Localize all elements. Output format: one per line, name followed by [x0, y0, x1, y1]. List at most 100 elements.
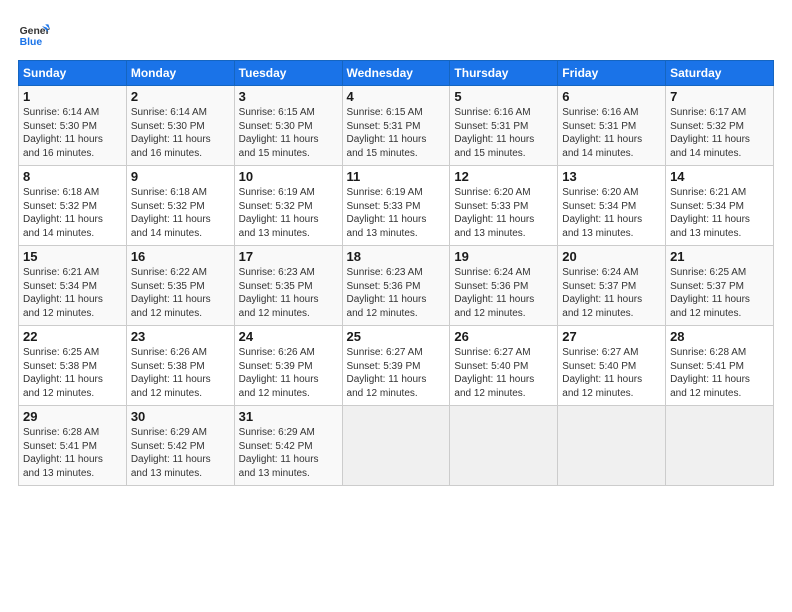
calendar-table: SundayMondayTuesdayWednesdayThursdayFrid…	[18, 60, 774, 486]
calendar-cell: 31 Sunrise: 6:29 AM Sunset: 5:42 PM Dayl…	[234, 406, 342, 486]
day-number: 20	[562, 249, 661, 264]
calendar-cell: 24 Sunrise: 6:26 AM Sunset: 5:39 PM Dayl…	[234, 326, 342, 406]
page-header: General Blue	[18, 18, 774, 50]
day-number: 1	[23, 89, 122, 104]
day-number: 29	[23, 409, 122, 424]
weekday-header-wednesday: Wednesday	[342, 61, 450, 86]
day-info: Sunrise: 6:20 AM Sunset: 5:34 PM Dayligh…	[562, 186, 661, 240]
day-number: 24	[239, 329, 338, 344]
day-number: 2	[131, 89, 230, 104]
day-info: Sunrise: 6:23 AM Sunset: 5:35 PM Dayligh…	[239, 266, 338, 320]
day-info: Sunrise: 6:15 AM Sunset: 5:30 PM Dayligh…	[239, 106, 338, 160]
calendar-cell	[450, 406, 558, 486]
svg-text:Blue: Blue	[20, 37, 43, 48]
day-number: 12	[454, 169, 553, 184]
day-info: Sunrise: 6:21 AM Sunset: 5:34 PM Dayligh…	[670, 186, 769, 240]
day-info: Sunrise: 6:26 AM Sunset: 5:38 PM Dayligh…	[131, 346, 230, 400]
weekday-header-sunday: Sunday	[19, 61, 127, 86]
day-info: Sunrise: 6:16 AM Sunset: 5:31 PM Dayligh…	[562, 106, 661, 160]
day-number: 22	[23, 329, 122, 344]
calendar-cell: 13 Sunrise: 6:20 AM Sunset: 5:34 PM Dayl…	[558, 166, 666, 246]
calendar-week-2: 8 Sunrise: 6:18 AM Sunset: 5:32 PM Dayli…	[19, 166, 774, 246]
calendar-cell	[342, 406, 450, 486]
calendar-week-5: 29 Sunrise: 6:28 AM Sunset: 5:41 PM Dayl…	[19, 406, 774, 486]
day-number: 18	[347, 249, 446, 264]
calendar-cell: 3 Sunrise: 6:15 AM Sunset: 5:30 PM Dayli…	[234, 86, 342, 166]
calendar-cell: 2 Sunrise: 6:14 AM Sunset: 5:30 PM Dayli…	[126, 86, 234, 166]
day-number: 16	[131, 249, 230, 264]
calendar-cell: 4 Sunrise: 6:15 AM Sunset: 5:31 PM Dayli…	[342, 86, 450, 166]
day-info: Sunrise: 6:18 AM Sunset: 5:32 PM Dayligh…	[23, 186, 122, 240]
day-info: Sunrise: 6:24 AM Sunset: 5:37 PM Dayligh…	[562, 266, 661, 320]
day-info: Sunrise: 6:22 AM Sunset: 5:35 PM Dayligh…	[131, 266, 230, 320]
day-info: Sunrise: 6:18 AM Sunset: 5:32 PM Dayligh…	[131, 186, 230, 240]
weekday-header-thursday: Thursday	[450, 61, 558, 86]
calendar-cell: 10 Sunrise: 6:19 AM Sunset: 5:32 PM Dayl…	[234, 166, 342, 246]
calendar-week-1: 1 Sunrise: 6:14 AM Sunset: 5:30 PM Dayli…	[19, 86, 774, 166]
day-number: 30	[131, 409, 230, 424]
day-info: Sunrise: 6:14 AM Sunset: 5:30 PM Dayligh…	[23, 106, 122, 160]
calendar-cell: 19 Sunrise: 6:24 AM Sunset: 5:36 PM Dayl…	[450, 246, 558, 326]
day-number: 26	[454, 329, 553, 344]
day-number: 13	[562, 169, 661, 184]
calendar-cell: 28 Sunrise: 6:28 AM Sunset: 5:41 PM Dayl…	[666, 326, 774, 406]
day-number: 21	[670, 249, 769, 264]
calendar-cell: 23 Sunrise: 6:26 AM Sunset: 5:38 PM Dayl…	[126, 326, 234, 406]
day-info: Sunrise: 6:28 AM Sunset: 5:41 PM Dayligh…	[23, 426, 122, 480]
calendar-cell: 5 Sunrise: 6:16 AM Sunset: 5:31 PM Dayli…	[450, 86, 558, 166]
day-info: Sunrise: 6:25 AM Sunset: 5:38 PM Dayligh…	[23, 346, 122, 400]
day-number: 28	[670, 329, 769, 344]
calendar-cell: 26 Sunrise: 6:27 AM Sunset: 5:40 PM Dayl…	[450, 326, 558, 406]
day-info: Sunrise: 6:28 AM Sunset: 5:41 PM Dayligh…	[670, 346, 769, 400]
page-container: General Blue SundayMondayTuesdayWednesda…	[0, 0, 792, 496]
calendar-week-3: 15 Sunrise: 6:21 AM Sunset: 5:34 PM Dayl…	[19, 246, 774, 326]
weekday-header-saturday: Saturday	[666, 61, 774, 86]
day-number: 3	[239, 89, 338, 104]
day-number: 15	[23, 249, 122, 264]
calendar-cell: 12 Sunrise: 6:20 AM Sunset: 5:33 PM Dayl…	[450, 166, 558, 246]
day-info: Sunrise: 6:27 AM Sunset: 5:40 PM Dayligh…	[562, 346, 661, 400]
day-info: Sunrise: 6:15 AM Sunset: 5:31 PM Dayligh…	[347, 106, 446, 160]
day-number: 6	[562, 89, 661, 104]
calendar-week-4: 22 Sunrise: 6:25 AM Sunset: 5:38 PM Dayl…	[19, 326, 774, 406]
calendar-cell: 7 Sunrise: 6:17 AM Sunset: 5:32 PM Dayli…	[666, 86, 774, 166]
day-info: Sunrise: 6:16 AM Sunset: 5:31 PM Dayligh…	[454, 106, 553, 160]
day-info: Sunrise: 6:21 AM Sunset: 5:34 PM Dayligh…	[23, 266, 122, 320]
day-info: Sunrise: 6:29 AM Sunset: 5:42 PM Dayligh…	[131, 426, 230, 480]
day-number: 5	[454, 89, 553, 104]
day-info: Sunrise: 6:20 AM Sunset: 5:33 PM Dayligh…	[454, 186, 553, 240]
calendar-cell	[666, 406, 774, 486]
day-number: 11	[347, 169, 446, 184]
calendar-cell: 21 Sunrise: 6:25 AM Sunset: 5:37 PM Dayl…	[666, 246, 774, 326]
day-info: Sunrise: 6:23 AM Sunset: 5:36 PM Dayligh…	[347, 266, 446, 320]
day-info: Sunrise: 6:27 AM Sunset: 5:39 PM Dayligh…	[347, 346, 446, 400]
calendar-cell: 1 Sunrise: 6:14 AM Sunset: 5:30 PM Dayli…	[19, 86, 127, 166]
calendar-cell: 18 Sunrise: 6:23 AM Sunset: 5:36 PM Dayl…	[342, 246, 450, 326]
day-number: 25	[347, 329, 446, 344]
day-number: 14	[670, 169, 769, 184]
day-info: Sunrise: 6:25 AM Sunset: 5:37 PM Dayligh…	[670, 266, 769, 320]
calendar-cell: 14 Sunrise: 6:21 AM Sunset: 5:34 PM Dayl…	[666, 166, 774, 246]
calendar-cell: 8 Sunrise: 6:18 AM Sunset: 5:32 PM Dayli…	[19, 166, 127, 246]
weekday-header-friday: Friday	[558, 61, 666, 86]
day-info: Sunrise: 6:19 AM Sunset: 5:32 PM Dayligh…	[239, 186, 338, 240]
day-number: 19	[454, 249, 553, 264]
weekday-header-monday: Monday	[126, 61, 234, 86]
day-number: 27	[562, 329, 661, 344]
day-number: 23	[131, 329, 230, 344]
day-info: Sunrise: 6:24 AM Sunset: 5:36 PM Dayligh…	[454, 266, 553, 320]
calendar-cell: 17 Sunrise: 6:23 AM Sunset: 5:35 PM Dayl…	[234, 246, 342, 326]
logo-icon: General Blue	[18, 18, 50, 50]
day-number: 9	[131, 169, 230, 184]
day-number: 7	[670, 89, 769, 104]
day-number: 17	[239, 249, 338, 264]
day-info: Sunrise: 6:14 AM Sunset: 5:30 PM Dayligh…	[131, 106, 230, 160]
calendar-cell: 22 Sunrise: 6:25 AM Sunset: 5:38 PM Dayl…	[19, 326, 127, 406]
calendar-cell: 15 Sunrise: 6:21 AM Sunset: 5:34 PM Dayl…	[19, 246, 127, 326]
day-number: 10	[239, 169, 338, 184]
calendar-cell: 20 Sunrise: 6:24 AM Sunset: 5:37 PM Dayl…	[558, 246, 666, 326]
calendar-cell: 16 Sunrise: 6:22 AM Sunset: 5:35 PM Dayl…	[126, 246, 234, 326]
calendar-cell: 9 Sunrise: 6:18 AM Sunset: 5:32 PM Dayli…	[126, 166, 234, 246]
calendar-cell: 30 Sunrise: 6:29 AM Sunset: 5:42 PM Dayl…	[126, 406, 234, 486]
calendar-cell: 6 Sunrise: 6:16 AM Sunset: 5:31 PM Dayli…	[558, 86, 666, 166]
